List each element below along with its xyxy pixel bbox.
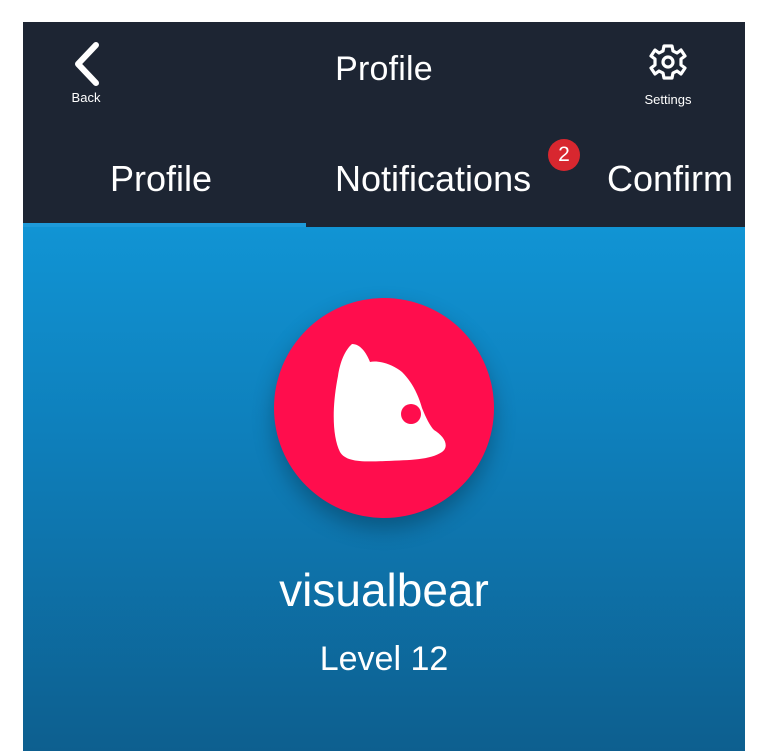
app-screen: Back Profile Settings Profile Notificati… bbox=[23, 22, 745, 751]
tab-profile[interactable]: Profile bbox=[110, 158, 212, 200]
user-level: Level 12 bbox=[319, 640, 449, 678]
tab-bar: Profile Notifications Confirm bbox=[23, 140, 745, 227]
settings-button[interactable]: Settings bbox=[635, 40, 701, 110]
bear-head-icon bbox=[333, 344, 446, 462]
settings-label: Settings bbox=[644, 92, 692, 107]
gear-icon bbox=[649, 44, 687, 80]
back-label: Back bbox=[71, 90, 101, 105]
top-bar: Back Profile Settings Profile Notificati… bbox=[23, 22, 745, 228]
notifications-badge: 2 bbox=[548, 139, 580, 171]
tab-notifications[interactable]: Notifications bbox=[335, 158, 531, 200]
profile-header: visualbear Level 12 bbox=[23, 227, 745, 751]
avatar[interactable] bbox=[274, 298, 494, 518]
tab-confirm[interactable]: Confirm bbox=[607, 158, 733, 200]
username: visualbear bbox=[279, 564, 489, 616]
